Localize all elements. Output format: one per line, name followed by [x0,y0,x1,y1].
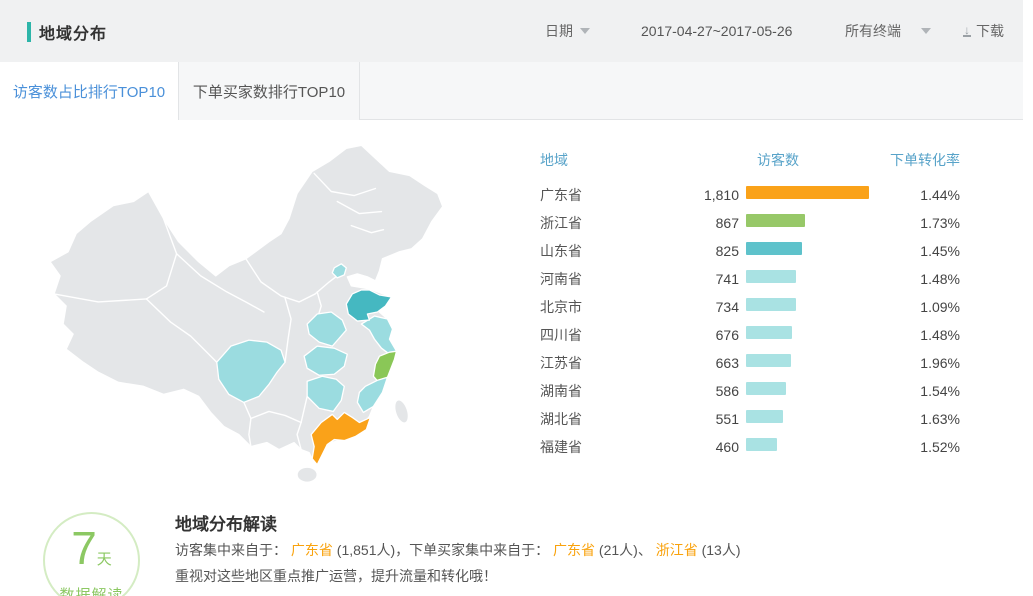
row-visitors: 663 [670,355,746,371]
row-bar [746,438,777,451]
badge-caption: 数据解读 [45,584,138,596]
table-row: 浙江省 867 1.73% [540,209,960,237]
row-visitors: 676 [670,327,746,343]
row-conversion: 1.44% [886,187,960,203]
row-conversion: 1.52% [886,439,960,455]
chevron-down-icon [921,28,931,34]
china-map[interactable] [38,133,510,485]
row-conversion: 1.54% [886,383,960,399]
row-bar [746,270,796,283]
table-row: 四川省 676 1.48% [540,321,960,349]
row-conversion: 1.48% [886,327,960,343]
table-row: 江苏省 663 1.96% [540,349,960,377]
title-block: 地域分布 [27,20,107,44]
download-button[interactable]: ↓ 下载 [963,0,1004,62]
column-header-region: 地域 [540,150,670,170]
badge-unit: 天 [97,551,112,568]
row-conversion: 1.96% [886,355,960,371]
text-segment: (21人)、 [595,542,656,558]
row-region: 北京市 [540,297,670,317]
row-region: 浙江省 [540,213,670,233]
row-visitors: 551 [670,411,746,427]
row-bar [746,214,805,227]
table-row: 河南省 741 1.48% [540,265,960,293]
row-bar [746,326,792,339]
row-region: 湖南省 [540,381,670,401]
tab-label: 访客数占比排行TOP10 [13,81,165,102]
row-visitors: 825 [670,243,746,259]
text-segment: (1,851人)，下单买家集中来自于： [333,542,553,558]
row-bar [746,410,783,423]
column-header-visitors: 访客数 [670,150,886,170]
row-conversion: 1.63% [886,411,960,427]
table-row: 湖南省 586 1.54% [540,377,960,405]
column-header-conversion: 下单转化率 [886,150,960,170]
topbar: 地域分布 日期 2017-04-27~2017-05-26 所有终端 ↓ 下载 [0,0,1023,62]
text-segment: (13人) [698,542,741,558]
download-icon: ↓ [963,25,971,37]
row-region: 江苏省 [540,353,670,373]
row-conversion: 1.09% [886,299,960,315]
text-segment: 访客集中来自于： [175,542,291,558]
table-row: 广东省 1,810 1.44% [540,181,960,209]
row-conversion: 1.48% [886,271,960,287]
date-range-value: 2017-04-27~2017-05-26 [641,23,792,39]
interpretation-line1: 访客集中来自于： 广东省 (1,851人)，下单买家集中来自于： 广东省 (21… [175,540,741,560]
row-region: 河南省 [540,269,670,289]
row-conversion: 1.73% [886,215,960,231]
table-header: 地域 访客数 下单转化率 [540,150,960,170]
badge-number: 7 [71,522,97,574]
download-label: 下载 [976,21,1004,41]
row-bar [746,242,802,255]
highlight-province-link[interactable]: 广东省 [291,542,333,558]
seven-day-badge: 7天 数据解读 [43,512,140,596]
terminal-dropdown-label: 所有终端 [845,21,901,41]
table-row: 湖北省 551 1.63% [540,405,960,433]
title-accent-bar [27,22,31,42]
row-bar [746,186,869,199]
row-bar [746,354,791,367]
interpretation-line2: 重视对这些地区重点推广运营，提升流量和转化哦！ [175,566,497,586]
date-dropdown[interactable]: 日期 [545,0,590,62]
row-region: 四川省 [540,325,670,345]
row-region: 湖北省 [540,409,670,429]
row-conversion: 1.45% [886,243,960,259]
row-visitors: 586 [670,383,746,399]
row-region: 福建省 [540,437,670,457]
page-title: 地域分布 [39,20,107,44]
row-region: 广东省 [540,185,670,205]
table-row: 山东省 825 1.45% [540,237,960,265]
map-province-hainan[interactable] [297,467,317,482]
row-region: 山东省 [540,241,670,261]
tab-visitor-ranking[interactable]: 访客数占比排行TOP10 [0,62,178,121]
table-row: 福建省 460 1.52% [540,433,960,461]
row-visitors: 741 [670,271,746,287]
interpretation-heading: 地域分布解读 [175,510,277,535]
terminal-dropdown[interactable]: 所有终端 [845,0,931,62]
chevron-down-icon [580,28,590,34]
row-visitors: 867 [670,215,746,231]
rank-table-body: 广东省 1,810 1.44% 浙江省 867 1.73% 山东省 825 1.… [540,181,960,461]
highlight-province-link[interactable]: 广东省 [553,542,595,558]
regional-distribution-page: 地域分布 日期 2017-04-27~2017-05-26 所有终端 ↓ 下载 … [0,0,1033,596]
date-dropdown-label: 日期 [545,21,573,41]
highlight-province-link[interactable]: 浙江省 [656,542,698,558]
ranking-table: 地域 访客数 下单转化率 广东省 1,810 1.44% 浙江省 867 1.7… [540,150,960,461]
tab-label: 下单买家数排行TOP10 [193,81,345,102]
tab-strip: 访客数占比排行TOP10 下单买家数排行TOP10 [0,62,1023,120]
map-province-taiwan[interactable] [392,398,411,425]
row-visitors: 734 [670,299,746,315]
date-range: 2017-04-27~2017-05-26 [641,0,792,62]
row-bar [746,298,796,311]
tab-buyer-ranking[interactable]: 下单买家数排行TOP10 [178,62,360,120]
row-visitors: 1,810 [670,187,746,203]
row-bar [746,382,786,395]
row-visitors: 460 [670,439,746,455]
badge-days: 7天 [45,526,138,582]
table-row: 北京市 734 1.09% [540,293,960,321]
